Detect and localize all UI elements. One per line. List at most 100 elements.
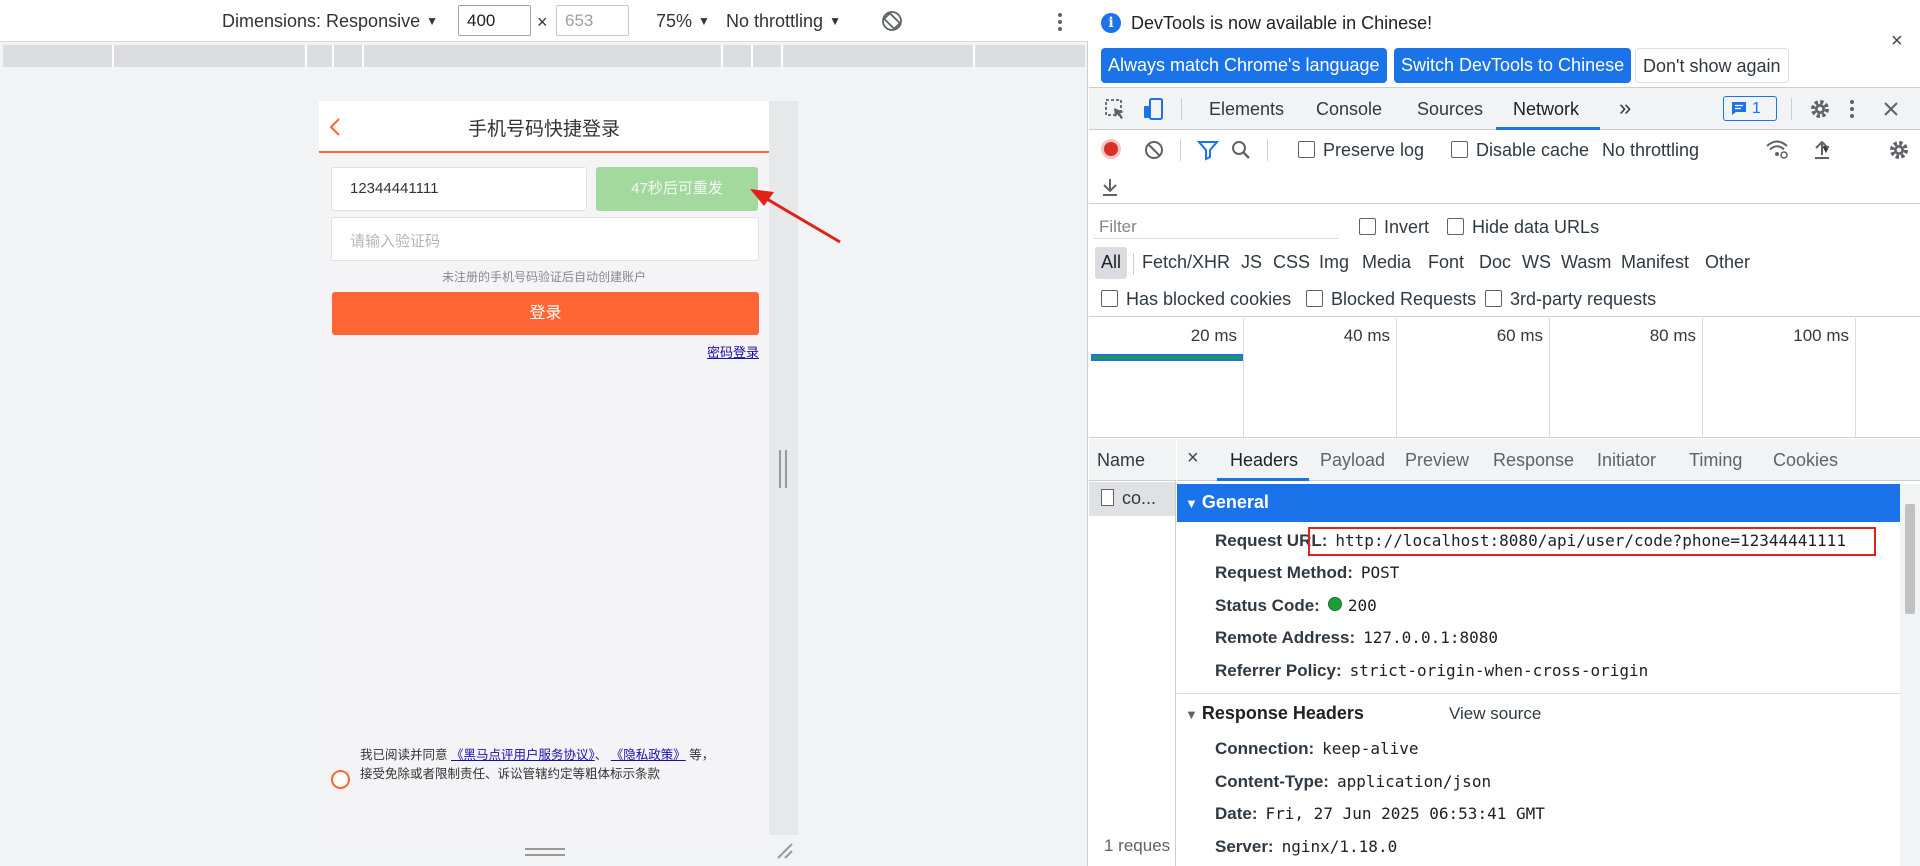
- type-filter-doc[interactable]: Doc: [1479, 252, 1511, 273]
- password-login-link[interactable]: 密码登录: [707, 342, 759, 361]
- tab-sources[interactable]: Sources: [1417, 99, 1483, 120]
- filter-icon[interactable]: [1196, 138, 1220, 162]
- resize-corner-icon[interactable]: [774, 840, 794, 860]
- network-overview-timeline[interactable]: 20 ms 40 ms 60 ms 80 ms 100 ms: [1089, 318, 1920, 438]
- throttling-label: No throttling: [1602, 140, 1700, 160]
- rotate-icon[interactable]: [880, 9, 904, 33]
- remote-address-key: Remote Address:: [1215, 628, 1356, 647]
- tab-response[interactable]: Response: [1493, 450, 1574, 471]
- detail-scrollbar[interactable]: [1900, 484, 1920, 866]
- import-har-icon[interactable]: [1810, 138, 1834, 162]
- record-icon[interactable]: [1101, 139, 1121, 159]
- dont-show-again-button[interactable]: Don't show again: [1635, 48, 1789, 83]
- type-filter-ws[interactable]: WS: [1522, 252, 1551, 273]
- preserve-log-label: Preserve log: [1323, 140, 1425, 160]
- name-column-header[interactable]: Name: [1089, 439, 1176, 481]
- disable-cache-checkbox[interactable]: Disable cache: [1451, 140, 1589, 161]
- throttling-dropdown[interactable]: No throttling ▼: [726, 11, 841, 32]
- close-icon[interactable]: ×: [1891, 30, 1903, 53]
- tab-initiator[interactable]: Initiator: [1597, 450, 1656, 471]
- preserve-log-checkbox[interactable]: Preserve log: [1298, 140, 1424, 161]
- zoom-dropdown[interactable]: 75% ▼: [656, 11, 710, 32]
- tab-preview[interactable]: Preview: [1405, 450, 1469, 471]
- network-throttling-dropdown[interactable]: No throttling ▼: [1602, 140, 1832, 161]
- close-devtools-icon[interactable]: [1879, 97, 1903, 121]
- toolbar-divider: [1267, 139, 1268, 161]
- dropdown-arrow-icon: ▼: [829, 14, 841, 28]
- media-query-bar[interactable]: [3, 45, 1085, 67]
- tab-elements[interactable]: Elements: [1209, 99, 1284, 120]
- media-divider: [751, 45, 753, 67]
- width-input[interactable]: 400: [458, 5, 531, 36]
- request-row[interactable]: co...: [1089, 482, 1175, 516]
- info-icon: i: [1101, 13, 1121, 33]
- more-tabs-icon[interactable]: »: [1619, 95, 1631, 121]
- status-ok-icon: [1327, 597, 1342, 611]
- server-row: Server: nginx/1.18.0: [1215, 837, 1397, 857]
- agreement-radio[interactable]: [331, 770, 350, 789]
- gear-icon[interactable]: [1808, 97, 1832, 121]
- checkbox-box: [1485, 290, 1502, 307]
- hide-data-urls-checkbox[interactable]: Hide data URLs: [1447, 217, 1599, 238]
- resize-handle-right[interactable]: [779, 450, 787, 488]
- type-filter-other[interactable]: Other: [1705, 252, 1750, 273]
- connection-key: Connection:: [1215, 739, 1315, 758]
- third-party-checkbox[interactable]: 3rd-party requests: [1485, 289, 1656, 310]
- network-conditions-icon[interactable]: [1765, 137, 1789, 161]
- dimensions-dropdown[interactable]: Dimensions: Responsive ▼: [222, 11, 438, 32]
- dropdown-arrow-icon: ▼: [426, 14, 438, 28]
- type-filter-js[interactable]: JS: [1241, 252, 1262, 273]
- detail-tabbar: × Headers Payload Preview Response Initi…: [1177, 439, 1920, 481]
- dropdown-arrow-icon: ▼: [698, 14, 710, 28]
- device-emulation-area: Dimensions: Responsive ▼ 400 × 653 75% ▼ N…: [0, 0, 1088, 866]
- active-tab-indicator: [1496, 127, 1600, 130]
- hide-data-urls-label: Hide data URLs: [1472, 217, 1600, 237]
- issues-badge[interactable]: 1: [1723, 96, 1777, 121]
- more-vert-icon[interactable]: [1844, 97, 1860, 121]
- resize-handle-bottom[interactable]: [525, 848, 565, 856]
- invert-checkbox[interactable]: Invert: [1359, 217, 1429, 238]
- filter-input[interactable]: Filter: [1093, 213, 1339, 239]
- view-source-link[interactable]: View source: [1449, 704, 1541, 724]
- date-key: Date:: [1215, 804, 1258, 823]
- type-filter-all[interactable]: All: [1095, 247, 1128, 279]
- type-filter-manifest[interactable]: Manifest: [1621, 252, 1689, 273]
- scrollbar-thumb[interactable]: [1905, 504, 1915, 614]
- type-filter-font[interactable]: Font: [1428, 252, 1464, 273]
- inspect-element-icon[interactable]: [1103, 97, 1127, 121]
- type-filter-wasm[interactable]: Wasm: [1561, 252, 1611, 273]
- tab-network[interactable]: Network: [1513, 99, 1579, 120]
- privacy-policy-link[interactable]: 《隐私政策》: [611, 748, 686, 762]
- more-vert-icon[interactable]: [1052, 10, 1068, 34]
- filter-bar: Filter Invert Hide data URLs All Fetch/X…: [1089, 205, 1920, 317]
- search-icon[interactable]: [1229, 138, 1253, 162]
- general-title: General: [1201, 492, 1269, 512]
- tab-timing[interactable]: Timing: [1689, 450, 1742, 471]
- login-button[interactable]: 登录: [332, 292, 759, 335]
- resend-code-button[interactable]: 47秒后可重发: [596, 167, 758, 211]
- tab-console[interactable]: Console: [1316, 99, 1382, 120]
- response-headers-section-header[interactable]: ▼ Response Headers: [1185, 703, 1364, 724]
- close-icon[interactable]: ×: [1187, 447, 1199, 470]
- tab-payload[interactable]: Payload: [1320, 450, 1385, 471]
- general-section-header[interactable]: ▼ General: [1177, 484, 1900, 522]
- switch-chinese-button[interactable]: Switch DevTools to Chinese: [1394, 48, 1632, 83]
- match-language-button[interactable]: Always match Chrome's language: [1101, 48, 1387, 83]
- export-har-icon[interactable]: [1098, 175, 1122, 199]
- clear-icon[interactable]: [1142, 138, 1166, 162]
- type-filter-css[interactable]: CSS: [1273, 252, 1310, 273]
- type-filter-img[interactable]: Img: [1319, 252, 1349, 273]
- blocked-cookies-checkbox[interactable]: Has blocked cookies: [1101, 289, 1291, 310]
- tab-cookies[interactable]: Cookies: [1773, 450, 1838, 471]
- height-input[interactable]: 653: [556, 5, 629, 36]
- phone-input[interactable]: 12344441111: [331, 167, 587, 211]
- type-filter-media[interactable]: Media: [1362, 252, 1411, 273]
- type-filter-fetch-xhr[interactable]: Fetch/XHR: [1142, 252, 1230, 273]
- network-settings-gear-icon[interactable]: [1887, 138, 1911, 162]
- verification-code-input[interactable]: 请输入验证码: [331, 217, 759, 261]
- annotation-arrow-icon: [750, 189, 841, 244]
- tab-headers[interactable]: Headers: [1230, 450, 1298, 471]
- user-agreement-link[interactable]: 《黑马点评用户服务协议》: [451, 748, 595, 762]
- device-toggle-icon[interactable]: [1141, 97, 1165, 121]
- blocked-requests-checkbox[interactable]: Blocked Requests: [1306, 289, 1476, 310]
